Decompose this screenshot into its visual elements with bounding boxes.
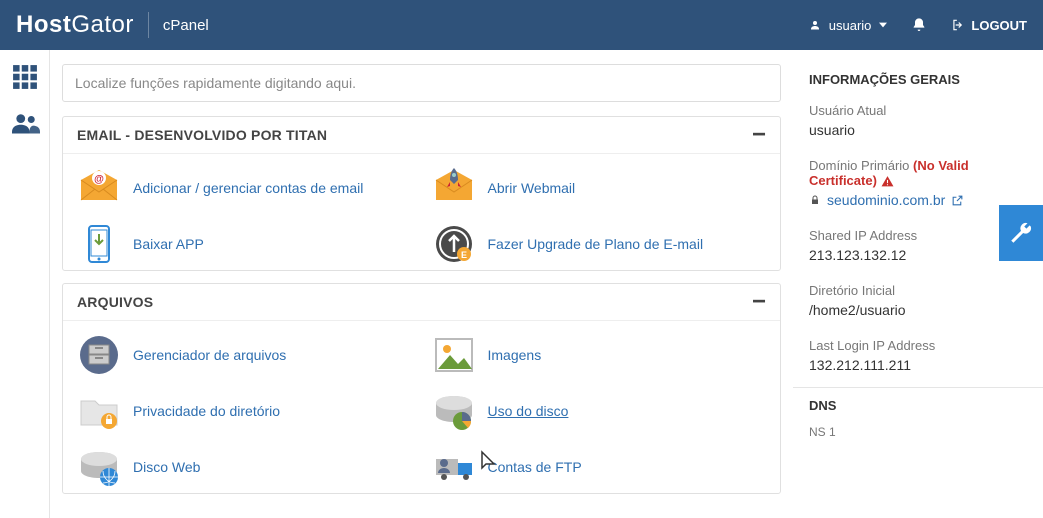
settings-tab[interactable] (999, 205, 1043, 261)
primary-domain-label: Domínio Primário (No Valid Certificate) (809, 158, 1027, 188)
sidebar-title: INFORMAÇÕES GERAIS (793, 62, 1043, 97)
web-disk-item[interactable]: Disco Web (77, 445, 412, 489)
notifications-bell[interactable] (911, 17, 927, 33)
logout-icon (951, 18, 965, 32)
domain-link[interactable]: seudominio.com.br (827, 192, 945, 208)
item-label: Baixar APP (133, 235, 204, 253)
disk-usage-item[interactable]: Uso do disco (432, 389, 767, 433)
item-label: Fazer Upgrade de Plano de E-mail (488, 235, 704, 253)
disk-pie-icon (432, 389, 476, 433)
image-icon (432, 333, 476, 377)
item-label: Imagens (488, 346, 542, 364)
header-divider (148, 12, 149, 38)
collapse-icon[interactable]: − (752, 128, 766, 142)
home-dir-label: Diretório Inicial (809, 283, 1027, 298)
warning-icon (881, 175, 894, 188)
info-sidebar: INFORMAÇÕES GERAIS Usuário Atual usuario… (793, 50, 1043, 518)
ftp-accounts-item[interactable]: Contas de FTP (432, 445, 767, 489)
main-content: EMAIL - DESENVOLVIDO POR TITAN − @ Adici… (50, 50, 793, 518)
item-label: Gerenciador de arquivos (133, 346, 286, 364)
files-panel: ARQUIVOS − Gerenciador de arquivos Image… (62, 283, 781, 494)
svg-text:@: @ (94, 174, 104, 185)
item-label: Privacidade do diretório (133, 402, 280, 420)
download-app-item[interactable]: Baixar APP (77, 222, 412, 266)
file-cabinet-icon (77, 333, 121, 377)
current-user-label: Usuário Atual (809, 103, 1027, 118)
dns-title: DNS (793, 387, 1043, 423)
brand-logo: HostGator (16, 11, 134, 39)
top-header: HostGator cPanel usuario LOGOUT (0, 0, 1043, 50)
lock-icon (809, 194, 821, 206)
upgrade-plan-item[interactable]: E Fazer Upgrade de Plano de E-mail (432, 222, 767, 266)
wrench-icon (1008, 220, 1034, 246)
shared-ip-value: 213.123.132.12 (809, 247, 1027, 263)
left-rail (0, 50, 50, 518)
ftp-truck-icon (432, 445, 476, 489)
user-icon (809, 19, 821, 31)
shared-ip-label: Shared IP Address (809, 228, 1027, 243)
collapse-icon[interactable]: − (752, 295, 766, 309)
product-name: cPanel (163, 17, 209, 34)
item-label: Abrir Webmail (488, 179, 576, 197)
user-menu[interactable]: usuario (809, 18, 888, 33)
caret-down-icon (879, 21, 887, 29)
email-manage-item[interactable]: @ Adicionar / gerenciar contas de email (77, 166, 412, 210)
current-user-value: usuario (809, 122, 1027, 138)
search-input[interactable] (62, 64, 781, 102)
dir-privacy-item[interactable]: Privacidade do diretório (77, 389, 412, 433)
email-panel-title: EMAIL - DESENVOLVIDO POR TITAN (77, 127, 327, 143)
last-login-value: 132.212.111.211 (809, 357, 1027, 373)
apps-grid-icon[interactable] (12, 64, 38, 90)
webmail-item[interactable]: Abrir Webmail (432, 166, 767, 210)
folder-lock-icon (77, 389, 121, 433)
home-dir-value: /home2/usuario (809, 302, 1027, 318)
item-label: Uso do disco (488, 402, 569, 420)
external-link-icon[interactable] (951, 194, 964, 207)
last-login-label: Last Login IP Address (809, 338, 1027, 353)
ns1-label: NS 1 (793, 423, 1043, 441)
disk-globe-icon (77, 445, 121, 489)
upgrade-icon: E (432, 222, 476, 266)
phone-download-icon (77, 222, 121, 266)
logout-button[interactable]: LOGOUT (951, 18, 1027, 33)
envelope-at-icon: @ (77, 166, 121, 210)
bell-icon (911, 17, 927, 33)
users-icon[interactable] (12, 112, 38, 138)
svg-text:E: E (460, 250, 466, 260)
envelope-rocket-icon (432, 166, 476, 210)
images-item[interactable]: Imagens (432, 333, 767, 377)
email-panel: EMAIL - DESENVOLVIDO POR TITAN − @ Adici… (62, 116, 781, 271)
item-label: Disco Web (133, 458, 200, 476)
files-panel-title: ARQUIVOS (77, 294, 153, 310)
file-manager-item[interactable]: Gerenciador de arquivos (77, 333, 412, 377)
item-label: Adicionar / gerenciar contas de email (133, 179, 363, 197)
username-label: usuario (829, 18, 872, 33)
logout-label: LOGOUT (971, 18, 1027, 33)
item-label: Contas de FTP (488, 458, 582, 476)
